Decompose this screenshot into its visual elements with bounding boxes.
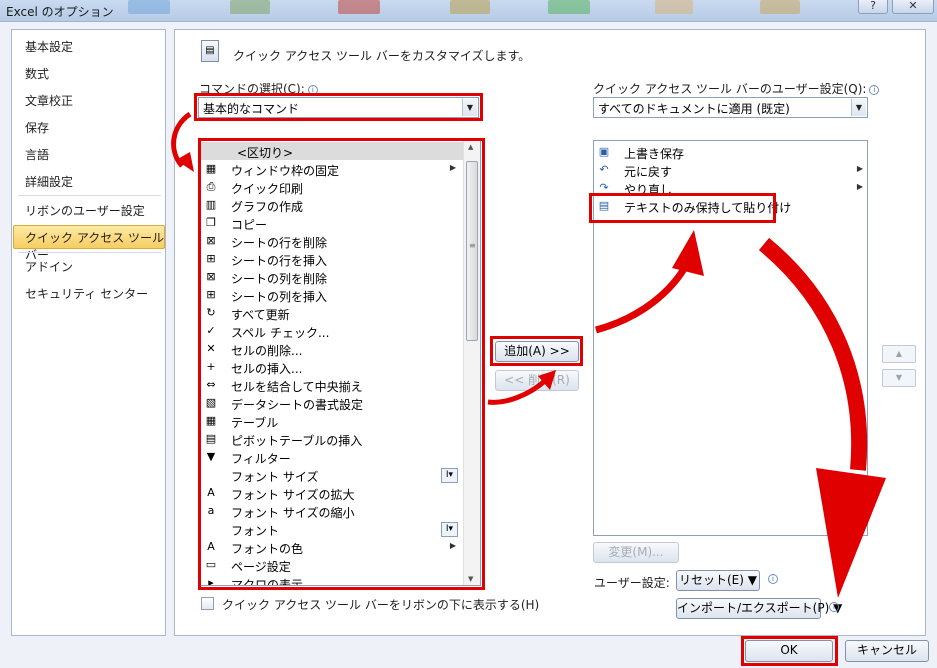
user-settings-label: ユーザー設定: xyxy=(594,576,670,590)
background-app-icon xyxy=(338,0,380,14)
annotation-box-added-item xyxy=(589,193,776,223)
chevron-down-icon[interactable]: ▼ xyxy=(851,99,866,116)
show-below-ribbon-label[interactable]: クイック アクセス ツール バーをリボンの下に表示する(H) xyxy=(222,596,539,613)
show-below-ribbon-checkbox[interactable] xyxy=(201,597,214,610)
nav-divider xyxy=(18,195,161,196)
info-icon: i xyxy=(768,574,778,584)
list-item-label: 元に戻す xyxy=(624,165,673,179)
background-app-icon xyxy=(548,0,590,14)
annotation-box-ok-button xyxy=(741,636,838,666)
window-title: Excel のオプション xyxy=(6,5,114,19)
import-export-button[interactable]: インポート/エクスポート(P) ▼ xyxy=(676,598,842,619)
help-button[interactable]: ? xyxy=(858,0,888,14)
category-nav: 基本設定 数式 文章校正 保存 言語 詳細設定 リボンのユーザー設定 クイック … xyxy=(11,29,166,636)
submenu-arrow-icon: ▶ xyxy=(856,164,863,173)
nav-item-formulas[interactable]: 数式 xyxy=(25,65,49,82)
nav-item-language[interactable]: 言語 xyxy=(25,146,49,163)
background-app-icon xyxy=(760,0,800,14)
customize-qat-label: クイック アクセス ツール バーのユーザー設定(Q): i xyxy=(593,80,880,97)
nav-item-advanced[interactable]: 詳細設定 xyxy=(25,173,73,190)
customize-qat-combo[interactable]: すべてのドキュメントに適用 (既定) ▼ xyxy=(593,97,868,118)
nav-item-save[interactable]: 保存 xyxy=(25,119,49,136)
customize-qat-value: すべてのドキュメントに適用 (既定) xyxy=(598,102,790,116)
move-down-button[interactable]: ▼ xyxy=(882,369,916,387)
cancel-button[interactable]: キャンセル xyxy=(845,640,929,662)
close-button[interactable]: ✕ xyxy=(892,0,934,14)
undo-icon: ↶ xyxy=(599,163,609,176)
annotation-box-command-list xyxy=(198,138,485,590)
customize-qat-label-text: クイック アクセス ツール バーのユーザー設定(Q): xyxy=(593,82,867,96)
nav-item-general[interactable]: 基本設定 xyxy=(25,38,73,55)
list-item[interactable]: ↶ 元に戻す ▶ xyxy=(594,161,867,179)
title-bar: Excel のオプション ? ✕ xyxy=(0,0,937,22)
page-description: クイック アクセス ツール バーをカスタマイズします。 xyxy=(233,49,531,63)
nav-item-trust-center[interactable]: セキュリティ センター xyxy=(25,285,148,302)
quick-access-toolbar-icon: ▤ xyxy=(201,40,219,62)
nav-item-customize-ribbon[interactable]: リボンのユーザー設定 xyxy=(25,202,145,219)
nav-item-proofing[interactable]: 文章校正 xyxy=(25,92,73,109)
modify-button[interactable]: 変更(M)... xyxy=(593,542,679,563)
move-up-button[interactable]: ▲ xyxy=(882,345,916,363)
nav-divider xyxy=(18,252,161,253)
background-app-icon xyxy=(230,0,270,14)
info-icon: i xyxy=(869,85,880,95)
background-app-icon xyxy=(450,0,490,14)
annotation-box-add-button xyxy=(490,336,583,366)
remove-button[interactable]: << 削除(R) xyxy=(495,370,579,391)
background-app-icon xyxy=(128,0,170,14)
nav-item-addins[interactable]: アドイン xyxy=(25,258,73,275)
list-item[interactable]: ▣ 上書き保存 xyxy=(594,143,867,161)
background-app-icon xyxy=(655,0,693,14)
reset-button[interactable]: リセット(E) ▼ xyxy=(676,570,760,591)
info-icon: i xyxy=(829,602,839,612)
save-icon: ▣ xyxy=(598,145,610,158)
submenu-arrow-icon: ▶ xyxy=(856,182,863,191)
annotation-box-combo xyxy=(194,93,483,121)
list-item-label: 上書き保存 xyxy=(624,147,685,161)
